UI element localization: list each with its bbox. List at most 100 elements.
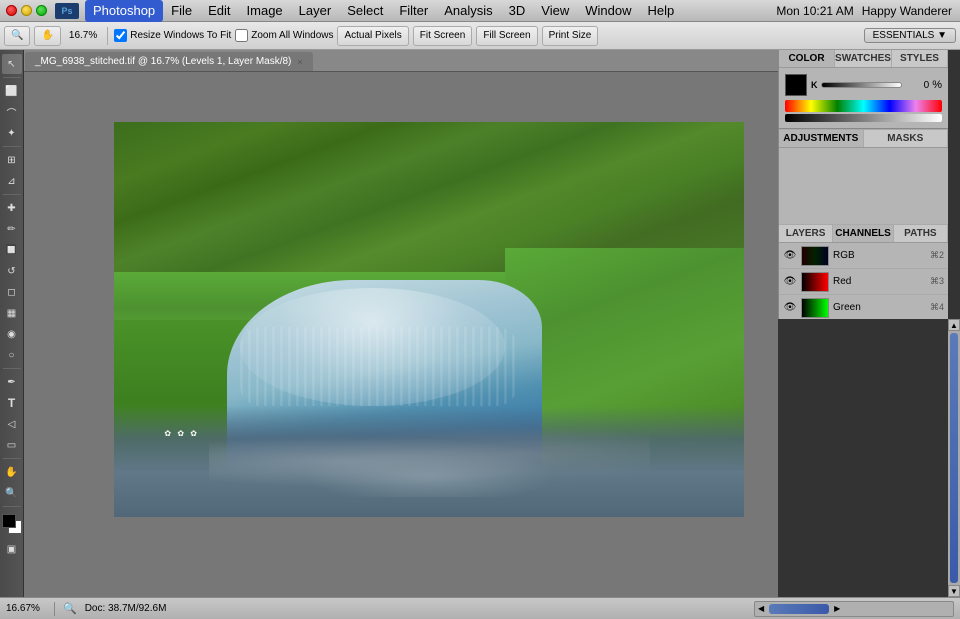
adjustments-tab[interactable]: ADJUSTMENTS — [779, 130, 864, 147]
hand-tool-btn[interactable]: ✋ — [34, 26, 60, 46]
scroll-down-arrow[interactable]: ▼ — [948, 585, 960, 597]
scroll-left-arrow[interactable]: ◀ — [755, 604, 767, 613]
water-shimmer — [240, 327, 517, 406]
eraser-tool[interactable]: ◻ — [2, 282, 22, 302]
channel-row-red[interactable]: 👁 Red ⌘3 — [779, 269, 948, 295]
gradient-tool[interactable]: ▦ — [2, 303, 22, 323]
hand-tool[interactable]: ✋ — [2, 462, 22, 482]
channel-row-rgb[interactable]: 👁 RGB ⌘2 — [779, 243, 948, 269]
visibility-icon-red[interactable]: 👁 — [783, 275, 797, 289]
shape-tool[interactable]: ▭ — [2, 435, 22, 455]
foreground-swatch[interactable] — [785, 74, 807, 96]
menu-view[interactable]: View — [533, 0, 577, 22]
move-tool[interactable]: ↖ — [2, 54, 22, 74]
stamp-tool[interactable]: 🔲 — [2, 240, 22, 260]
resize-windows-input[interactable] — [114, 29, 127, 42]
foreground-color[interactable] — [2, 514, 16, 528]
scroll-right-arrow[interactable]: ▶ — [831, 604, 843, 613]
maximize-button[interactable] — [36, 5, 47, 16]
h-scroll-thumb[interactable] — [769, 604, 829, 614]
pen-tool[interactable]: ✒ — [2, 372, 22, 392]
scroll-thumb[interactable] — [950, 333, 958, 583]
menu-file[interactable]: File — [163, 0, 200, 22]
canvas-image: ✿ ✿ ✿ — [114, 122, 744, 517]
essentials-btn[interactable]: ESSENTIALS ▼ — [864, 28, 956, 43]
zoom-tool[interactable]: 🔍 — [2, 483, 22, 503]
menu-bar: Ps Photoshop File Edit Image Layer Selec… — [0, 0, 960, 22]
menu-analysis[interactable]: Analysis — [436, 0, 500, 22]
channel-row-green[interactable]: 👁 Green ⌘4 — [779, 295, 948, 319]
screen-mode-btn[interactable]: ▣ — [2, 539, 22, 559]
canvas-scroll-area[interactable]: ✿ ✿ ✿ — [24, 72, 778, 597]
channel-name-red: Red — [833, 276, 926, 287]
menu-image[interactable]: Image — [239, 0, 291, 22]
swatches-tab[interactable]: SWATCHES — [835, 50, 892, 67]
status-doc: Doc: 38.7M/92.6M — [85, 603, 746, 614]
magic-wand-tool[interactable]: ✦ — [2, 123, 22, 143]
color-spectrum[interactable] — [785, 100, 942, 112]
heal-tool[interactable]: ✚ — [2, 198, 22, 218]
window-controls: Ps — [0, 3, 85, 19]
path-select[interactable]: ◁ — [2, 414, 22, 434]
brush-tool[interactable]: ✏ — [2, 219, 22, 239]
tool-separator-6 — [3, 506, 21, 507]
tool-separator-5 — [3, 458, 21, 459]
menu-select[interactable]: Select — [339, 0, 391, 22]
menu-help[interactable]: Help — [639, 0, 682, 22]
menu-layer[interactable]: Layer — [291, 0, 340, 22]
menu-photoshop[interactable]: Photoshop — [85, 0, 163, 22]
horizontal-scrollbar[interactable]: ◀ ▶ — [754, 601, 954, 617]
color-swatches[interactable] — [2, 514, 22, 534]
color-tab-bar: COLOR SWATCHES STYLES — [779, 50, 948, 68]
zoom-tool-btn[interactable]: 🔍 — [4, 26, 30, 46]
menu-filter[interactable]: Filter — [391, 0, 436, 22]
zoom-all-input[interactable] — [235, 29, 248, 42]
channel-key-red: ⌘3 — [930, 276, 944, 287]
text-tool[interactable]: T — [2, 393, 22, 413]
tool-separator-4 — [3, 368, 21, 369]
dodge-tool[interactable]: ○ — [2, 345, 22, 365]
actual-pixels-btn[interactable]: Actual Pixels — [337, 26, 408, 46]
resize-windows-checkbox[interactable]: Resize Windows To Fit — [114, 29, 231, 42]
eyedropper-tool[interactable]: ⊿ — [2, 171, 22, 191]
main-area: ↖ ⬜ ⌒ ✦ ⊞ ⊿ ✚ ✏ 🔲 ↺ ◻ ▦ ◉ ○ ✒ T ◁ ▭ ✋ 🔍 … — [0, 50, 960, 597]
minimize-button[interactable] — [21, 5, 32, 16]
vertical-scrollbar[interactable]: ▲ ▼ — [948, 319, 960, 597]
fill-screen-btn[interactable]: Fill Screen — [476, 26, 537, 46]
scroll-up-arrow[interactable]: ▲ — [948, 319, 960, 331]
marquee-tool[interactable]: ⬜ — [2, 81, 22, 101]
visibility-icon-rgb[interactable]: 👁 — [783, 249, 797, 263]
layers-tab[interactable]: LAYERS — [779, 225, 833, 242]
styles-tab[interactable]: STYLES — [892, 50, 948, 67]
lasso-tool[interactable]: ⌒ — [2, 102, 22, 122]
screen-mode[interactable]: ▣ — [2, 539, 22, 559]
right-section: COLOR SWATCHES STYLES K 0 % — [778, 50, 960, 597]
masks-tab[interactable]: MASKS — [864, 130, 949, 147]
k-slider[interactable] — [821, 82, 903, 88]
zoom-all-checkbox[interactable]: Zoom All Windows — [235, 29, 333, 42]
close-button[interactable] — [6, 5, 17, 16]
crop-tool[interactable]: ⊞ — [2, 150, 22, 170]
menu-window[interactable]: Window — [577, 0, 639, 22]
menu-edit[interactable]: Edit — [200, 0, 238, 22]
left-toolbar: ↖ ⬜ ⌒ ✦ ⊞ ⊿ ✚ ✏ 🔲 ↺ ◻ ▦ ◉ ○ ✒ T ◁ ▭ ✋ 🔍 … — [0, 50, 24, 597]
fit-screen-btn[interactable]: Fit Screen — [413, 26, 473, 46]
history-brush[interactable]: ↺ — [2, 261, 22, 281]
adjustments-panel: ADJUSTMENTS MASKS — [779, 129, 948, 224]
k-pct: % — [932, 79, 942, 91]
paths-tab[interactable]: PATHS — [894, 225, 948, 242]
visibility-icon-green[interactable]: 👁 — [783, 301, 797, 315]
channels-panel: LAYERS CHANNELS PATHS 👁 RGB ⌘2 👁 Red ⌘3 — [779, 224, 948, 319]
print-size-btn[interactable]: Print Size — [542, 26, 599, 46]
channel-thumb-green — [801, 298, 829, 318]
separator — [107, 27, 108, 45]
menu-right: Mon 10:21 AM Happy Wanderer — [776, 4, 960, 18]
tab-close-btn[interactable]: × — [297, 57, 302, 67]
zoom-out-btn[interactable]: 🔍 — [63, 602, 77, 615]
document-tab[interactable]: _MG_6938_stitched.tif @ 16.7% (Levels 1,… — [24, 51, 314, 71]
color-tab[interactable]: COLOR — [779, 50, 835, 67]
blur-tool[interactable]: ◉ — [2, 324, 22, 344]
black-slider[interactable] — [785, 114, 942, 122]
menu-3d[interactable]: 3D — [501, 0, 534, 22]
channels-tab[interactable]: CHANNELS — [833, 225, 894, 242]
